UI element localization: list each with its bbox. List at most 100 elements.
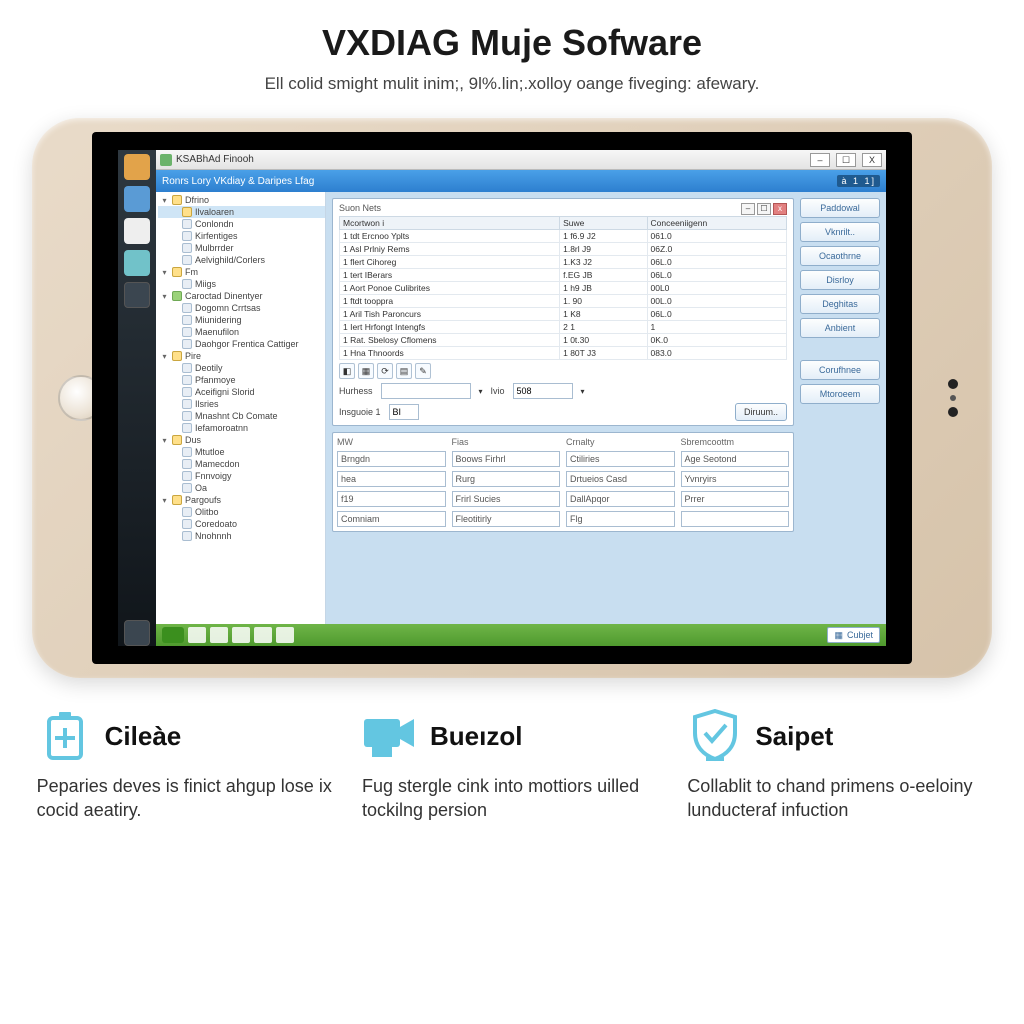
start-button[interactable]	[162, 627, 184, 643]
expand-icon[interactable]: ▾	[160, 196, 169, 205]
side-button[interactable]: Corufhnee	[800, 360, 880, 380]
column-header[interactable]: Mcortwon i	[340, 217, 560, 230]
column-header[interactable]: Conceeniigenn	[647, 217, 787, 230]
panel-min-icon[interactable]: –	[741, 203, 755, 215]
dropdown-input[interactable]	[381, 383, 471, 399]
column-header[interactable]: Suwe	[560, 217, 647, 230]
tree-node[interactable]: Nnohnnh	[158, 530, 325, 542]
chevron-down-icon[interactable]: ▾	[479, 387, 483, 396]
tree-node[interactable]: Aelvighild/Corlers	[158, 254, 325, 266]
action-button[interactable]: Diruum..	[735, 403, 787, 421]
grid-cell[interactable]: Flg	[566, 511, 675, 527]
tree-node[interactable]: Mnashnt Cb Comate	[158, 410, 325, 422]
dock-icon[interactable]	[124, 250, 150, 276]
tree-node[interactable]: Ilvaloaren	[158, 206, 325, 218]
taskbar-item[interactable]	[188, 627, 206, 643]
tree-node[interactable]: ▾Caroctad Dinentyer	[158, 290, 325, 302]
dock-icon[interactable]	[124, 154, 150, 180]
taskbar-tray-button[interactable]: ▦ Cubjet	[827, 627, 880, 643]
tree-node[interactable]: Pfanmoye	[158, 374, 325, 386]
grid-cell[interactable]	[681, 511, 790, 527]
side-button[interactable]: Mtoroeem	[800, 384, 880, 404]
expand-icon[interactable]: ▾	[160, 496, 169, 505]
table-row[interactable]: 1 tdt Ercnoo Yplts1 f6.9 J2061.0	[340, 230, 787, 243]
tree-node[interactable]: Iefamoroatnn	[158, 422, 325, 434]
grid-cell[interactable]: hea	[337, 471, 446, 487]
panel-max-icon[interactable]: ☐	[757, 203, 771, 215]
dock-icon[interactable]	[124, 620, 150, 646]
table-row[interactable]: 1 Asl Prlniy Rems1.8rl J906Z.0	[340, 243, 787, 256]
maximize-button[interactable]: ☐	[836, 153, 856, 167]
minimize-button[interactable]: –	[810, 153, 830, 167]
grid-cell[interactable]: Rurg	[452, 471, 561, 487]
tree-node[interactable]: ▾Pire	[158, 350, 325, 362]
side-button[interactable]: Paddowal	[800, 198, 880, 218]
data-table[interactable]: Mcortwon iSuweConceeniigenn1 tdt Ercnoo …	[339, 216, 787, 360]
taskbar-item[interactable]	[276, 627, 294, 643]
tree-node[interactable]: ▾Pargoufs	[158, 494, 325, 506]
tree-node[interactable]: Mamecdon	[158, 458, 325, 470]
tree-node[interactable]: Coredoato	[158, 518, 325, 530]
side-button[interactable]: Ocaothrne	[800, 246, 880, 266]
taskbar-item[interactable]	[210, 627, 228, 643]
panel-close-icon[interactable]: x	[773, 203, 787, 215]
side-button[interactable]: Disrloy	[800, 270, 880, 290]
taskbar-item[interactable]	[232, 627, 250, 643]
tree-node[interactable]: Aceifigni Slorid	[158, 386, 325, 398]
tree-node[interactable]: Conlondn	[158, 218, 325, 230]
tree-node[interactable]: Deotily	[158, 362, 325, 374]
tree-node[interactable]: Daohgor Frentica Cattiger	[158, 338, 325, 350]
tree-node[interactable]: Fnnvoigy	[158, 470, 325, 482]
tree-node[interactable]: Kirfentiges	[158, 230, 325, 242]
navigation-tree[interactable]: ▾DfrinoIlvaloarenConlondnKirfentigesMulb…	[156, 192, 326, 624]
tool-icon[interactable]: ◧	[339, 363, 355, 379]
table-row[interactable]: 1 Aort Ponoe Culibrites1 h9 JB00L0	[340, 282, 787, 295]
tool-icon[interactable]: ▦	[358, 363, 374, 379]
grid-cell[interactable]: Yvnryirs	[681, 471, 790, 487]
grid-cell[interactable]: DallApqor	[566, 491, 675, 507]
side-button[interactable]: Anbient	[800, 318, 880, 338]
grid-cell[interactable]: f19	[337, 491, 446, 507]
tree-node[interactable]: ▾Fm	[158, 266, 325, 278]
grid-cell[interactable]: Brngdn	[337, 451, 446, 467]
text-input[interactable]	[513, 383, 573, 399]
tool-icon[interactable]: ▤	[396, 363, 412, 379]
tree-node[interactable]: Maenufilon	[158, 326, 325, 338]
tree-node[interactable]: Olitbo	[158, 506, 325, 518]
grid-cell[interactable]: Age Seotond	[681, 451, 790, 467]
tree-node[interactable]: Miigs	[158, 278, 325, 290]
close-button[interactable]: X	[862, 153, 882, 167]
table-row[interactable]: 1 tert IBerarsf.EG JB06L.0	[340, 269, 787, 282]
table-row[interactable]: 1 Aril Tish Paroncurs1 K806L.0	[340, 308, 787, 321]
grid-cell[interactable]: Boows Firhrl	[452, 451, 561, 467]
dock-icon[interactable]	[124, 282, 150, 308]
table-row[interactable]: 1 Iert Hrfongt Intengfs2 11	[340, 321, 787, 334]
tree-node[interactable]: Mulbrrder	[158, 242, 325, 254]
tree-node[interactable]: Ilsries	[158, 398, 325, 410]
tool-icon[interactable]: ⟳	[377, 363, 393, 379]
grid-cell[interactable]: Comniam	[337, 511, 446, 527]
tree-node[interactable]: Dogomn Crrtsas	[158, 302, 325, 314]
dock-icon[interactable]	[124, 186, 150, 212]
tree-node[interactable]: Miunidering	[158, 314, 325, 326]
grid-cell[interactable]: Frirl Sucies	[452, 491, 561, 507]
grid-cell[interactable]: Ctiliries	[566, 451, 675, 467]
table-row[interactable]: 1 Hna Thnoords1 80T J3083.0	[340, 347, 787, 360]
taskbar-item[interactable]	[254, 627, 272, 643]
table-row[interactable]: 1 Rat. Sbelosy Cflomens1 0t.300K.0	[340, 334, 787, 347]
expand-icon[interactable]: ▾	[160, 268, 169, 277]
grid-cell[interactable]: Prrer	[681, 491, 790, 507]
dock-icon[interactable]	[124, 218, 150, 244]
grid-cell[interactable]: Fleotitirly	[452, 511, 561, 527]
tree-node[interactable]: ▾Dus	[158, 434, 325, 446]
expand-icon[interactable]: ▾	[160, 436, 169, 445]
tree-node[interactable]: Oa	[158, 482, 325, 494]
expand-icon[interactable]: ▾	[160, 292, 169, 301]
chevron-down-icon[interactable]: ▾	[581, 387, 585, 396]
tree-node[interactable]: ▾Dfrino	[158, 194, 325, 206]
expand-icon[interactable]: ▾	[160, 352, 169, 361]
tool-icon[interactable]: ✎	[415, 363, 431, 379]
table-row[interactable]: 1 ftdt tooppra1. 9000L.0	[340, 295, 787, 308]
text-input[interactable]	[389, 404, 419, 420]
side-button[interactable]: Deghitas	[800, 294, 880, 314]
